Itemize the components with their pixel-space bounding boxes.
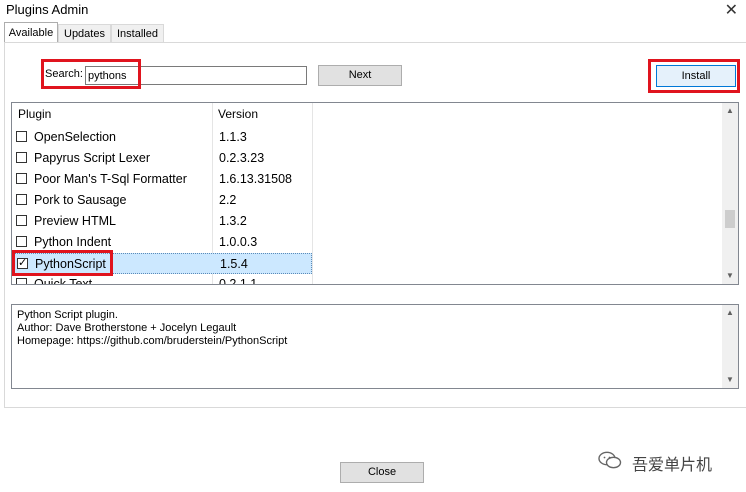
plugin-checkbox[interactable] <box>16 194 27 205</box>
plugin-row-selected[interactable]: ✓ PythonScript 1.5.4 <box>12 253 312 274</box>
plugin-version: 1.1.3 <box>219 130 247 144</box>
watermark-text: 吾爱单片机 <box>632 457 713 474</box>
plugin-name: Pork to Sausage <box>34 193 127 207</box>
title-bar: Plugins Admin ✕ <box>0 0 746 22</box>
description-scrollbar[interactable]: ▲ ▼ <box>722 305 738 388</box>
plugin-row[interactable]: Preview HTML 1.3.2 <box>12 211 312 232</box>
plugin-row[interactable]: OpenSelection 1.1.3 <box>12 127 312 148</box>
plugin-name: OpenSelection <box>34 130 117 144</box>
close-button[interactable]: Close <box>340 462 424 483</box>
description-line: Python Script plugin. <box>17 309 118 321</box>
plugin-name: Quick Text <box>34 277 93 285</box>
list-header: Plugin Version <box>12 103 724 125</box>
search-label: Search: <box>45 68 83 80</box>
tab-installed[interactable]: Installed <box>111 24 164 42</box>
search-input[interactable] <box>85 66 307 85</box>
plugin-version: 1.5.4 <box>220 257 248 271</box>
plugin-name: Preview HTML <box>34 214 116 228</box>
plugin-name: PythonScript <box>35 257 106 271</box>
tab-available[interactable]: Available <box>4 22 58 42</box>
plugin-checkbox[interactable] <box>16 131 27 142</box>
plugin-checkbox[interactable] <box>16 173 27 184</box>
plugin-list[interactable]: Plugin Version OpenSelection 1.1.3 Papyr… <box>11 102 739 285</box>
description-line: Homepage: https://github.com/bruderstein… <box>17 335 288 347</box>
scroll-thumb[interactable] <box>725 210 735 228</box>
column-separator <box>312 103 313 284</box>
scroll-up-icon[interactable]: ▲ <box>722 305 738 321</box>
plugin-version: 1.3.2 <box>219 214 247 228</box>
plugin-checkbox-checked[interactable]: ✓ <box>17 258 28 269</box>
next-button[interactable]: Next <box>318 65 402 86</box>
tab-updates[interactable]: Updates <box>58 24 111 42</box>
plugin-version: 1.6.13.31508 <box>219 172 292 186</box>
column-header-version[interactable]: Version <box>212 103 312 125</box>
plugin-row[interactable]: Poor Man's T-Sql Formatter 1.6.13.31508 <box>12 169 312 190</box>
plugin-version: 1.0.0.3 <box>219 235 258 249</box>
plugin-name: Python Indent <box>34 235 112 249</box>
plugin-row[interactable]: Python Indent 1.0.0.3 <box>12 232 312 253</box>
plugin-version: 0.2.1.1 <box>219 277 258 285</box>
description-line: Author: Dave Brotherstone + Jocelyn Lega… <box>17 322 237 334</box>
scroll-down-icon[interactable]: ▼ <box>722 372 738 388</box>
install-button[interactable]: Install <box>656 65 736 87</box>
plugin-checkbox[interactable] <box>16 278 27 284</box>
plugin-version: 0.2.3.23 <box>219 151 265 165</box>
window-title: Plugins Admin <box>6 2 89 17</box>
plugin-name: Poor Man's T-Sql Formatter <box>34 172 187 186</box>
scroll-down-icon[interactable]: ▼ <box>722 268 738 284</box>
column-header-plugin[interactable]: Plugin <box>12 103 212 125</box>
plugin-checkbox[interactable] <box>16 215 27 226</box>
plugin-row[interactable]: Pork to Sausage 2.2 <box>12 190 312 211</box>
list-scrollbar[interactable]: ▲ ▼ <box>722 103 738 284</box>
plugin-row[interactable]: Papyrus Script Lexer 0.2.3.23 <box>12 148 312 169</box>
plugin-version: 2.2 <box>219 193 237 207</box>
close-icon[interactable]: ✕ <box>725 0 738 20</box>
plugin-name: Papyrus Script Lexer <box>34 151 151 165</box>
scroll-up-icon[interactable]: ▲ <box>722 103 738 119</box>
wechat-icon <box>598 451 622 469</box>
plugin-checkbox[interactable] <box>16 236 27 247</box>
plugin-description: Python Script plugin. Author: Dave Broth… <box>11 304 739 389</box>
plugin-row[interactable]: Quick Text 0.2.1.1 <box>12 274 312 285</box>
plugin-checkbox[interactable] <box>16 152 27 163</box>
